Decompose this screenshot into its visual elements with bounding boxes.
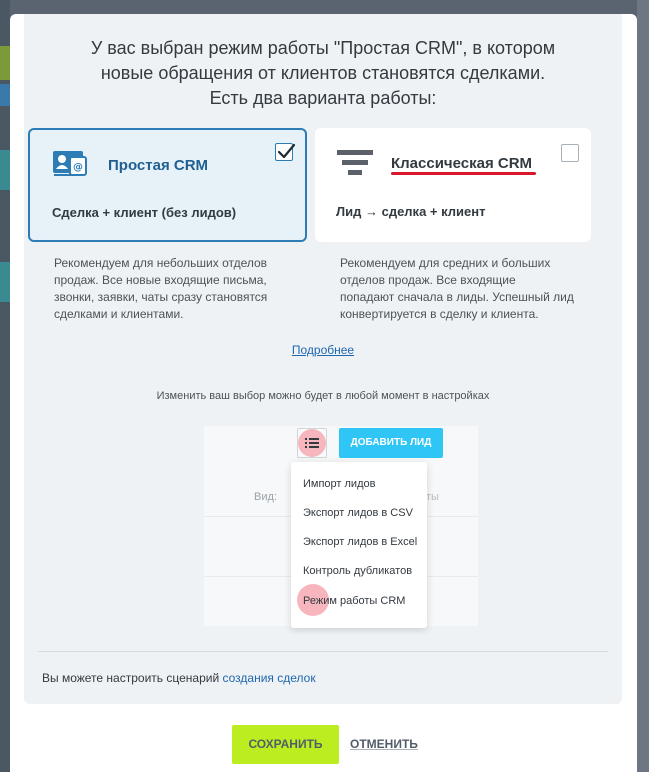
more-info-link-label[interactable]: Подробнее [292,343,354,357]
checkbox-unchecked[interactable] [561,144,579,162]
headline-line-2: новые обращения от клиентов становятся с… [100,63,546,83]
description-line: Рекомендуем для небольших отделов [54,256,268,270]
headline-line-1: У вас выбран режим работы "Простая CRM",… [90,38,556,58]
list-icon [305,438,319,448]
option-title: Классическая CRM [391,155,533,172]
description-line: отделов продаж. Все входящие [340,273,516,287]
crm-mode-popup: У вас выбран режим работы "Простая CRM",… [10,14,637,772]
option-card-simple-crm[interactable]: @ Простая CRM Сделка + клиент (без лидов… [28,128,307,242]
headline-line-3: Есть два варианта работы: [209,88,437,108]
menu-item-duplicates: Контроль дубликатов [303,565,413,577]
change-note: Изменить ваш выбор можно будет в любой м… [156,390,490,402]
content-panel: У вас выбран режим работы "Простая CRM",… [24,14,622,704]
view-label: Вид: [254,491,277,503]
divider [38,651,608,652]
menu-item-import-leads: Импорт лидов [303,478,376,490]
faded-label: ты [426,491,439,503]
option-description-simple: Рекомендуем для небольших отделов продаж… [54,255,294,323]
description-line: сделками и клиентами. [54,307,184,321]
footer-note: Вы можете настроить сценарий создания сд… [42,671,316,685]
description-line: Рекомендуем для средних и больших [340,256,551,270]
svg-text:@: @ [73,162,83,173]
description-line: продаж. Все новые входящие письма, [54,273,267,287]
checkbox-checked[interactable] [275,143,296,161]
option-title: Простая CRM [108,157,209,174]
more-info-link[interactable]: Подробнее [24,343,622,357]
background-app-left [0,0,10,772]
description-line: звонки, заявки, чаты сразу становятся [54,290,268,304]
list-menu-button [297,428,327,458]
preview-dropdown-menu: Импорт лидов Экспорт лидов в CSV Экспорт… [291,462,427,628]
contact-card-icon: @ [52,150,90,183]
save-button[interactable]: СОХРАНИТЬ [232,725,339,764]
cancel-button[interactable]: ОТМЕНИТЬ [350,737,418,751]
menu-item-export-excel: Экспорт лидов в Excel [303,536,418,548]
deal-creation-link[interactable]: создания сделок [223,671,316,685]
add-lead-button: ДОБАВИТЬ ЛИД [339,428,443,458]
checkmark-icon [277,143,296,159]
menu-item-export-csv: Экспорт лидов в CSV [303,507,413,519]
option-description-classic: Рекомендуем для средних и больших отдело… [340,255,590,323]
option-card-classic-crm[interactable]: Классическая CRM Лид → сделка + клиент [315,128,591,242]
menu-item-crm-mode: Режим работы CRM [303,595,406,607]
footer-text: Вы можете настроить сценарий [42,671,220,685]
option-subtitle: Сделка + клиент (без лидов) [52,205,237,220]
settings-preview-illustration: Вид: ты ДОБАВИТЬ ЛИД Импорт лидов Экспор… [44,416,604,634]
red-underline-highlight [391,172,536,175]
headline: У вас выбран режим работы "Простая CRM",… [24,36,622,111]
option-subtitle: Лид → сделка + клиент [336,204,486,219]
background-app-right [637,0,649,772]
funnel-icon [337,150,377,183]
description-line: конвертируется в сделку и клиента. [340,307,539,321]
description-line: попадают сначала в лиды. Успешный лид [340,290,574,304]
